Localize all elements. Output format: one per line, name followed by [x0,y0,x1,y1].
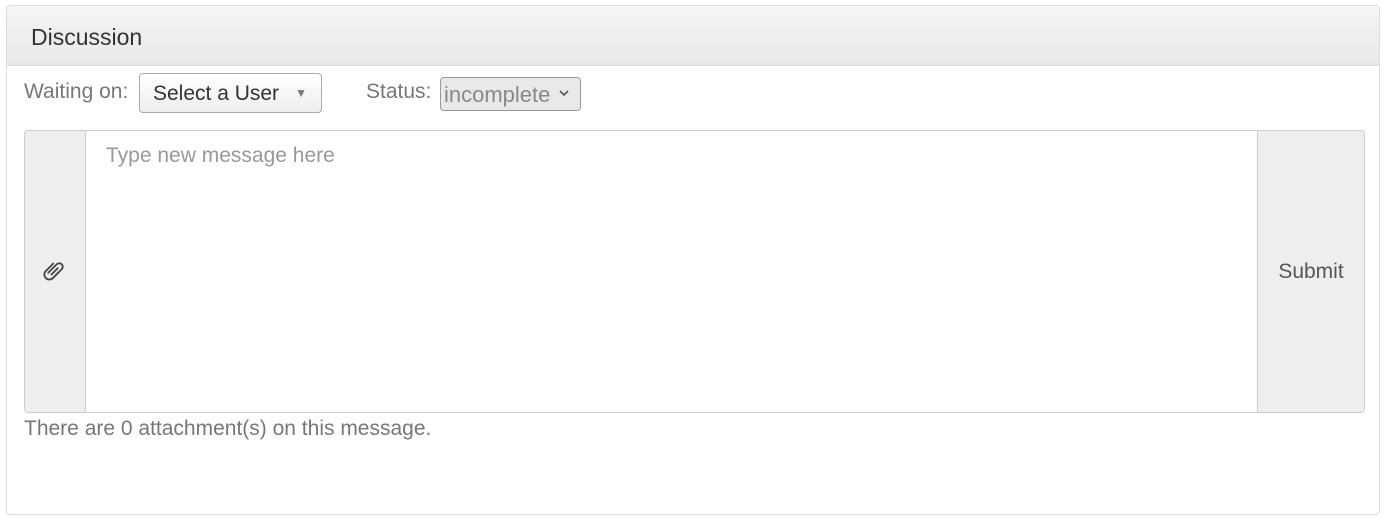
caret-down-icon: ▼ [295,86,307,100]
user-select-value: Select a User [153,82,280,105]
chevron-down-icon [559,90,569,97]
panel-heading: Discussion [7,6,1379,66]
status-select-value: incomplete [444,82,551,107]
attach-file-button[interactable] [25,131,86,412]
discussion-panel: Discussion Waiting on: Select a User ▼ S… [6,5,1380,515]
message-input[interactable] [86,131,1258,412]
waiting-on-user-select[interactable]: Select a User ▼ [139,73,322,113]
paperclip-icon [43,262,64,281]
attachment-count-text: There are 0 attachment(s) on this messag… [24,417,432,440]
status-label: Status: [366,80,432,103]
status-select[interactable]: incomplete [440,77,581,111]
panel-title: Discussion [31,24,143,50]
waiting-on-label: Waiting on: [24,80,129,103]
compose-box: Submit [24,130,1365,413]
controls-row: Waiting on: Select a User ▼ Status: inco… [7,66,1379,126]
submit-button[interactable]: Submit [1257,131,1364,412]
submit-button-label: Submit [1278,260,1344,283]
